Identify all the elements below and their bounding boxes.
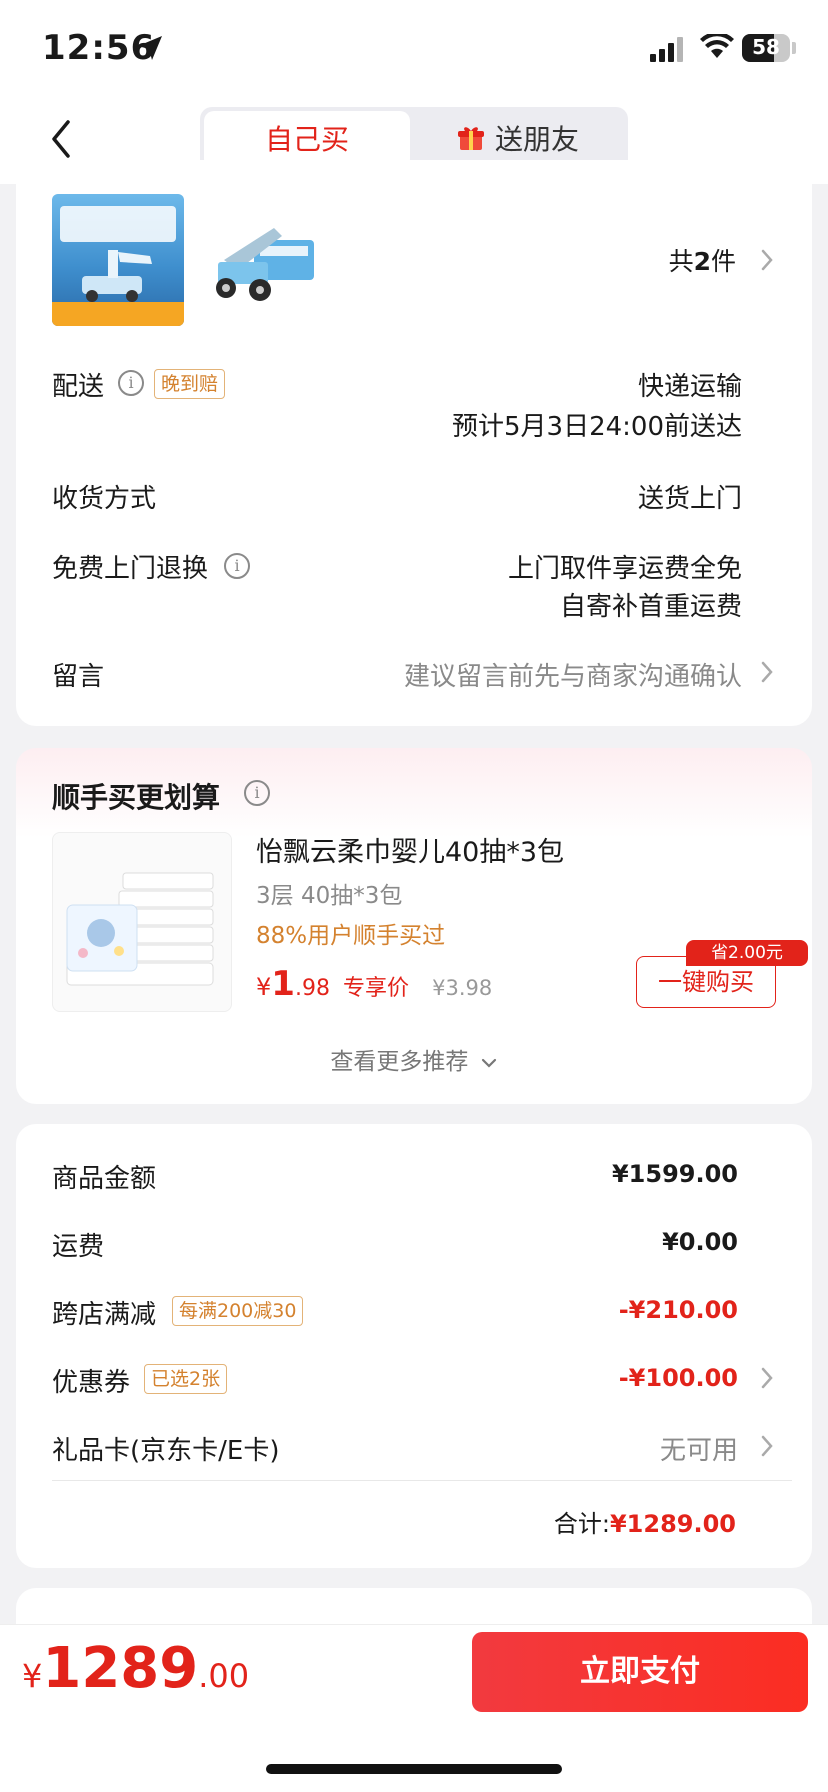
signal-icon [650,37,683,62]
product-thumbnail-robot-kit[interactable] [52,194,184,326]
gift-icon [457,127,484,150]
item-count[interactable]: 共2件 [669,242,736,278]
upsell-product-name[interactable]: 怡飘云柔巾婴儿40抽*3包 [256,830,564,869]
receive-method-label: 收货方式 [52,484,157,514]
cross-store-discount-tag: 每满200减30 [172,1296,304,1326]
return-pickup-text: 上门取件享运费全免 [507,554,742,584]
gift-card-value[interactable]: 无可用 [660,1430,738,1467]
return-info-icon[interactable]: i [224,553,250,579]
pay-now-button[interactable]: 立即支付 [472,1632,808,1712]
exclusive-price-tag: 专享价 [343,976,410,1001]
more-recommendations-link[interactable]: 查看更多推荐 [0,1042,828,1076]
coupon-selected-tag: 已选2张 [144,1364,228,1394]
goods-amount-label: 商品金额 [52,1164,157,1194]
summary-divider [52,1480,792,1481]
upsell-product-spec: 3层 40抽*3包 [256,883,403,909]
coupon-value[interactable]: -¥100.00 [619,1364,738,1392]
home-indicator [266,1764,562,1774]
battery-icon: 58 [742,34,790,62]
robot-illustration [82,250,152,302]
note-label: 留言 [52,662,105,692]
delivery-method: 快递运输 [637,372,742,402]
late-compensation-tag: 晚到赔 [154,369,226,399]
wifi-icon [700,34,734,58]
order-total-value: ¥1289.00 [609,1510,736,1538]
upsell-price: ¥1.98 专享价 ¥3.98 [256,964,493,1004]
delivery-label: 配送 [52,372,105,402]
cross-store-discount-label: 跨店满减 [52,1300,157,1330]
tab-self-buy-label: 自己买 [264,123,349,156]
upsell-info-icon[interactable]: i [244,780,270,806]
product-thumbnail-tissue[interactable] [52,832,232,1012]
upsell-title: 顺手买更划算 [52,781,221,814]
receive-method-value[interactable]: 送货上门 [638,478,742,515]
chevron-right-icon[interactable] [760,1366,774,1390]
order-total-label: 合计: [553,1510,610,1538]
tab-gift-friend-label: 送朋友 [494,123,579,156]
chevron-down-icon [481,1058,496,1068]
tissue-pack-illustration [66,872,214,986]
cross-store-discount-value: -¥210.00 [618,1296,738,1324]
chevron-right-icon[interactable] [760,248,774,272]
delivery-eta: 预计5月3日24:00前送达 [451,412,742,442]
checkout-total-price: ¥1289.00 [22,1636,250,1701]
coupon-label: 优惠券 [52,1368,131,1398]
goods-amount-value: ¥1599.00 [611,1160,738,1188]
chevron-right-icon[interactable] [760,660,774,684]
order-total: 合计:¥1289.00 [554,1504,736,1539]
location-arrow-icon [138,36,162,60]
delivery-info-icon[interactable]: i [118,370,144,396]
save-amount-badge: 省2.00元 [686,940,808,966]
chevron-right-icon[interactable] [760,1434,774,1458]
free-return-label: 免费上门退换 [52,554,209,584]
product-thumbnail-vehicle-kit[interactable] [204,210,324,310]
shipping-fee-label: 运费 [52,1232,105,1262]
original-price: ¥3.98 [432,976,493,1000]
gift-card-label: 礼品卡(京东卡/E卡) [52,1436,280,1466]
return-self-ship-text: 自寄补首重运费 [559,592,742,622]
battery-level: 58 [752,35,780,59]
back-icon[interactable] [44,114,84,164]
shipping-fee-value: ¥0.00 [662,1228,738,1256]
note-input[interactable]: 建议留言前先与商家沟通确认 [404,656,742,693]
upsell-buyers-text: 88%用户顺手买过 [256,923,446,949]
